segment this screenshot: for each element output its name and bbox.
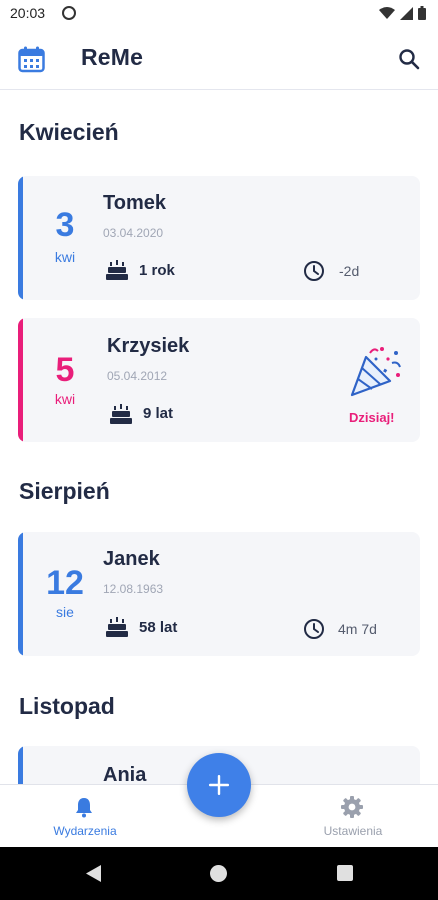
home-icon[interactable]: [210, 865, 227, 882]
card-date: 03.04.2020: [103, 226, 164, 240]
card-name: Ania: [103, 764, 147, 784]
month-header: Sierpień: [19, 478, 110, 504]
month-header: Kwiecień: [19, 119, 119, 145]
card-name: Janek: [103, 548, 160, 570]
card-until: -2d: [339, 263, 360, 279]
card-month: sie: [56, 604, 74, 620]
cake-icon: [110, 404, 132, 424]
battery-icon: [418, 6, 426, 20]
recents-icon[interactable]: [337, 865, 353, 881]
clock-icon: [304, 261, 324, 281]
search-icon[interactable]: [398, 48, 420, 70]
calendar-icon[interactable]: [18, 46, 45, 73]
event-card[interactable]: 12 sie Janek 12.08.1963 58 lat 4m 7d: [18, 532, 420, 656]
app-bar: ReMe: [0, 30, 438, 90]
plus-icon: [209, 775, 229, 795]
card-day: 5: [55, 351, 75, 389]
card-date: 12.08.1963: [103, 582, 164, 596]
card-name: Krzysiek: [107, 335, 190, 357]
app-title: ReMe: [81, 44, 144, 70]
card-name: Tomek: [103, 192, 166, 214]
party-popper-icon: [350, 347, 401, 397]
card-age: 58 lat: [139, 619, 178, 636]
nav-label-events: Wydarzenia: [53, 824, 117, 838]
today-label: Dzisiaj!: [349, 410, 395, 425]
gear-icon: [341, 796, 363, 818]
card-accent-stripe: [18, 532, 23, 656]
dnd-icon: [62, 6, 76, 20]
add-event-button[interactable]: [187, 753, 251, 817]
system-nav-bar: [0, 847, 438, 900]
event-card[interactable]: 5 kwi Krzysiek 05.04.2012 9 lat Dzisiaj!: [18, 318, 420, 442]
signal-icon: [400, 6, 413, 20]
card-until: 4m 7d: [338, 621, 377, 637]
card-month: kwi: [54, 391, 76, 407]
card-date: 05.04.2012: [107, 369, 168, 383]
cake-icon: [106, 260, 128, 280]
bell-icon: [76, 798, 92, 818]
wifi-icon: [379, 6, 395, 19]
status-bar: 20:03: [0, 0, 438, 30]
status-time: 20:03: [10, 5, 46, 21]
card-day: 3: [55, 206, 75, 244]
card-age: 9 lat: [143, 405, 174, 422]
nav-item-events[interactable]: Wydarzenia: [15, 785, 155, 848]
card-month: kwi: [54, 249, 76, 265]
card-accent-stripe: [18, 318, 23, 442]
event-card[interactable]: 3 kwi Tomek 03.04.2020 1 rok -2d: [18, 176, 420, 300]
cake-icon: [106, 617, 128, 637]
nav-label-settings: Ustawienia: [323, 824, 383, 838]
card-age: 1 rok: [139, 262, 175, 279]
card-day: 12: [46, 564, 84, 602]
card-accent-stripe: [18, 746, 23, 784]
clock-icon: [304, 619, 324, 639]
card-accent-stripe: [18, 176, 23, 300]
events-list[interactable]: Kwiecień 3 kwi Tomek 03.04.2020 1 rok -2…: [0, 91, 438, 784]
status-icons: [379, 6, 426, 20]
month-header: Listopad: [19, 693, 115, 719]
nav-item-settings[interactable]: Ustawienia: [283, 785, 423, 848]
back-icon[interactable]: [86, 865, 102, 882]
